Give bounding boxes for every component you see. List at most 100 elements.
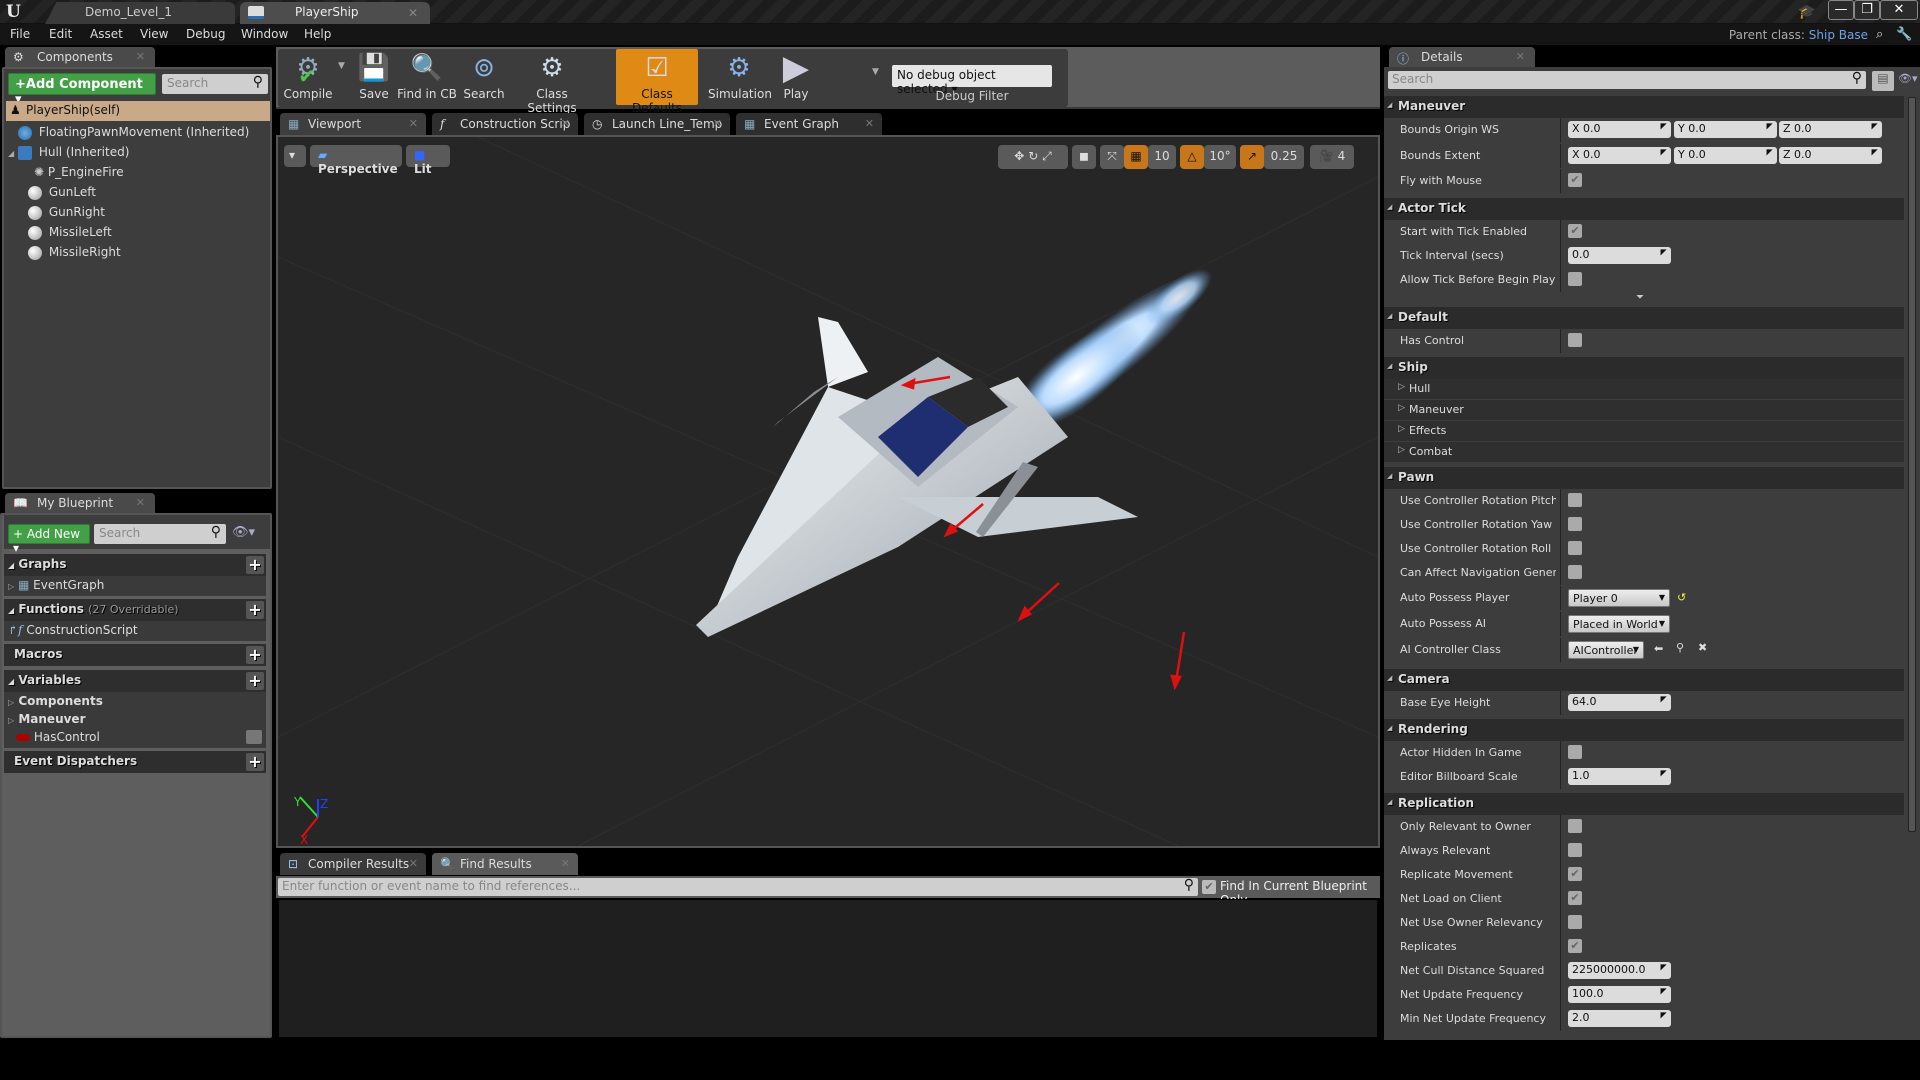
find-current-blueprint-checkbox[interactable]: ✔ bbox=[1202, 880, 1216, 894]
section-functions[interactable]: ◢ Functions (27 Overridable) + bbox=[4, 599, 266, 621]
tab-compiler-results[interactable]: ⊡ Compiler Results ✕ bbox=[280, 853, 426, 875]
add-new-button[interactable]: + Add New ▾ bbox=[8, 524, 90, 555]
details-search-input[interactable]: Search ⚲ bbox=[1388, 70, 1866, 89]
ship-group-maneuver[interactable]: ▷ Maneuver bbox=[1384, 400, 1904, 420]
scale-snap-toggle[interactable]: ↗ bbox=[1240, 145, 1264, 169]
net-use-owner-relevancy-checkbox[interactable] bbox=[1568, 915, 1582, 929]
fly-with-mouse-checkbox[interactable]: ✔ bbox=[1568, 173, 1582, 187]
viewport-options-button[interactable]: ▾ bbox=[284, 145, 306, 167]
ship-group-effects[interactable]: ▷ Effects bbox=[1384, 421, 1904, 441]
search-button[interactable]: ⊚ Search bbox=[461, 49, 507, 105]
close-tab-icon[interactable]: ✕ bbox=[136, 496, 145, 509]
components-search-input[interactable]: Search ⚲ bbox=[162, 74, 268, 94]
net-cull-distance-input[interactable]: 225000000.0 bbox=[1568, 962, 1671, 979]
section-macros[interactable]: Macros + bbox=[4, 644, 266, 666]
bounds-origin-y[interactable]: Y 0.0 bbox=[1674, 121, 1777, 138]
bounds-origin-x[interactable]: X 0.0 bbox=[1568, 121, 1671, 138]
component-item-missileright[interactable]: MissileRight bbox=[4, 245, 121, 265]
close-tab-icon[interactable]: ✕ bbox=[561, 117, 570, 130]
menu-edit[interactable]: Edit bbox=[49, 27, 72, 41]
minimize-button[interactable]: — bbox=[1828, 0, 1854, 20]
allow-tick-checkbox[interactable] bbox=[1568, 272, 1582, 286]
visibility-eye-icon[interactable]: 👁▾ bbox=[1898, 72, 1918, 85]
find-results-list[interactable] bbox=[278, 899, 1378, 1038]
affect-navigation-checkbox[interactable] bbox=[1568, 565, 1582, 579]
wrench-icon[interactable]: 🔧 bbox=[1896, 27, 1912, 42]
visibility-eye-icon[interactable]: 👁▾ bbox=[232, 525, 255, 540]
use-selected-arrow-icon[interactable]: ⬅ bbox=[1654, 642, 1663, 655]
prop-label[interactable]: Bounds Extent bbox=[1400, 149, 1556, 162]
advanced-expand-icon[interactable]: ⏷ bbox=[1636, 292, 1644, 303]
doc-tab-playership[interactable]: PlayerShip ✕ bbox=[240, 2, 430, 24]
category-replication[interactable]: Replication bbox=[1384, 793, 1904, 815]
net-load-client-checkbox[interactable]: ✔ bbox=[1568, 891, 1582, 905]
close-window-button[interactable]: ✕ bbox=[1880, 0, 1918, 20]
rotate-icon[interactable]: ↻ bbox=[1028, 149, 1038, 163]
learn-cap-icon[interactable]: 🎓 bbox=[1798, 4, 1815, 20]
has-control-checkbox[interactable] bbox=[1568, 333, 1582, 347]
tick-interval-input[interactable]: 0.0 bbox=[1568, 247, 1671, 264]
category-maneuver[interactable]: Maneuver bbox=[1384, 96, 1904, 118]
surface-snap-toggle[interactable]: ⤧ bbox=[1100, 145, 1124, 169]
tab-construction-script[interactable]: f Construction Scrip ✕ bbox=[432, 113, 578, 135]
tab-launch-line-temp[interactable]: ◷ Launch Line_Temp ✕ bbox=[584, 113, 730, 135]
my-blueprint-search-input[interactable]: Search ⚲ bbox=[94, 524, 226, 544]
component-item-missileleft[interactable]: MissileLeft bbox=[4, 225, 112, 245]
menu-asset[interactable]: Asset bbox=[90, 27, 123, 41]
class-settings-button[interactable]: ⚙ Class Settings bbox=[512, 49, 592, 115]
component-item-gunleft[interactable]: GunLeft bbox=[4, 185, 96, 205]
min-net-update-frequency-input[interactable]: 2.0 bbox=[1568, 1010, 1671, 1027]
doc-tab-demo-level[interactable]: Demo_Level_1 bbox=[45, 2, 235, 24]
section-variables[interactable]: ◢ Variables + bbox=[4, 670, 266, 692]
start-tick-checkbox[interactable]: ✔ bbox=[1568, 224, 1582, 238]
add-macro-button[interactable]: + bbox=[246, 646, 264, 664]
add-component-button[interactable]: +Add Component ▾ bbox=[8, 73, 156, 107]
play-button[interactable]: ▶ Play bbox=[776, 49, 816, 105]
base-eye-height-input[interactable]: 64.0 bbox=[1568, 694, 1671, 711]
actor-hidden-checkbox[interactable] bbox=[1568, 745, 1582, 759]
always-relevant-checkbox[interactable] bbox=[1568, 843, 1582, 857]
debug-object-select[interactable]: No debug object selected ▾ bbox=[892, 65, 1052, 96]
ai-controller-class-select[interactable]: AIController bbox=[1568, 641, 1644, 659]
rotation-roll-checkbox[interactable] bbox=[1568, 541, 1582, 555]
graph-item-eventgraph[interactable]: ▷ ▦ EventGraph bbox=[4, 576, 266, 596]
grid-snap-value[interactable]: 10 bbox=[1148, 145, 1176, 169]
ship-group-combat[interactable]: ▷ Combat bbox=[1384, 442, 1904, 462]
details-scrollbar[interactable] bbox=[1908, 97, 1916, 832]
viewport[interactable]: X Y Z ▾ ▰ Perspective ■ Lit ✥ ↻ ⤢ ◼ ⤧ ▦ … bbox=[276, 135, 1380, 848]
replicates-checkbox[interactable]: ✔ bbox=[1568, 939, 1582, 953]
variable-item-hascontrol[interactable]: HasControl bbox=[4, 728, 266, 748]
components-tab[interactable]: ⚙ Components ✕ bbox=[5, 47, 155, 67]
tab-viewport[interactable]: ▦ Viewport ✕ bbox=[280, 113, 426, 135]
prop-label[interactable]: Bounds Origin WS bbox=[1400, 123, 1556, 136]
tab-event-graph[interactable]: ▦ Event Graph ✕ bbox=[736, 113, 882, 135]
world-local-toggle[interactable]: ◼ bbox=[1072, 145, 1096, 169]
auto-possess-ai-select[interactable]: Placed in World bbox=[1568, 615, 1670, 633]
category-actor-tick[interactable]: Actor Tick bbox=[1384, 198, 1904, 220]
add-graph-button[interactable]: + bbox=[246, 556, 264, 574]
category-camera[interactable]: Camera bbox=[1384, 669, 1904, 691]
variable-group-components[interactable]: ▷ Components bbox=[4, 692, 266, 710]
bounds-extent-y[interactable]: Y 0.0 bbox=[1674, 147, 1777, 164]
close-tab-icon[interactable]: ✕ bbox=[865, 117, 874, 130]
compile-button[interactable]: ⚙ ✔ Compile bbox=[280, 49, 336, 105]
bounds-extent-z[interactable]: Z 0.0 bbox=[1779, 147, 1882, 164]
save-button[interactable]: 💾 Save bbox=[354, 49, 394, 105]
menu-help[interactable]: Help bbox=[304, 27, 331, 41]
my-blueprint-tab[interactable]: 📖 My Blueprint ✕ bbox=[5, 493, 155, 513]
translate-icon[interactable]: ✥ bbox=[1014, 149, 1024, 163]
category-rendering[interactable]: Rendering bbox=[1384, 719, 1904, 741]
close-tab-icon[interactable]: ✕ bbox=[408, 6, 418, 20]
class-defaults-button[interactable]: ☑ Class Defaults bbox=[616, 49, 698, 115]
property-matrix-button[interactable]: ▤ bbox=[1872, 71, 1894, 91]
rotation-snap-value[interactable]: 10° bbox=[1204, 145, 1236, 169]
visibility-toggle-icon[interactable] bbox=[246, 730, 262, 744]
billboard-scale-input[interactable]: 1.0 bbox=[1568, 768, 1671, 785]
menu-debug[interactable]: Debug bbox=[186, 27, 225, 41]
add-dispatcher-button[interactable]: + bbox=[246, 753, 264, 771]
component-item-playership[interactable]: ♟ PlayerShip(self) bbox=[6, 101, 270, 121]
rotation-snap-toggle[interactable]: △ bbox=[1180, 145, 1204, 169]
category-default[interactable]: Default bbox=[1384, 307, 1904, 329]
grid-snap-toggle[interactable]: ▦ bbox=[1124, 145, 1148, 169]
find-in-cb-button[interactable]: 🔍 Find in CB bbox=[396, 49, 458, 105]
